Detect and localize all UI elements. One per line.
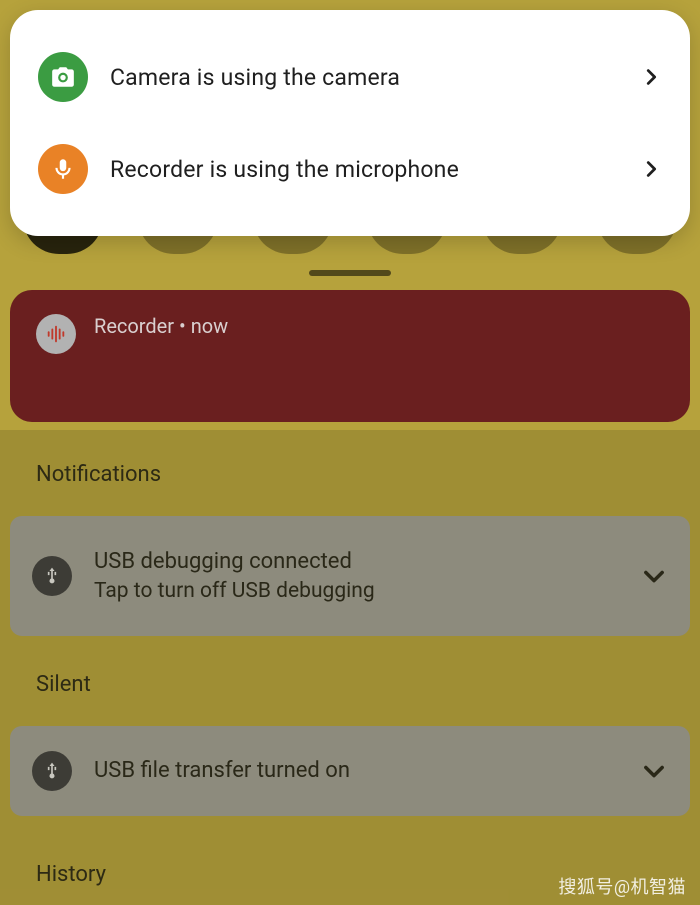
privacy-mic-label: Recorder is using the microphone: [110, 156, 618, 183]
usb-icon: [32, 751, 72, 791]
privacy-indicators-card: Camera is using the camera Recorder is u…: [10, 10, 690, 236]
privacy-row-camera[interactable]: Camera is using the camera: [28, 34, 672, 120]
background-scrim: [0, 430, 700, 905]
privacy-camera-label: Camera is using the camera: [110, 64, 618, 91]
watermark: 搜狐号@机智猫: [558, 873, 686, 899]
microphone-icon: [38, 144, 88, 194]
sound-wave-icon: [36, 314, 76, 354]
notification-usb-file-transfer[interactable]: USB file transfer turned on: [10, 726, 690, 816]
usb-icon: [32, 556, 72, 596]
notification-usb-file-text: USB file transfer turned on: [94, 756, 618, 786]
notification-title: USB file transfer turned on: [94, 756, 618, 786]
chevron-right-icon: [640, 66, 662, 88]
drag-handle[interactable]: [309, 270, 391, 276]
section-notifications: Notifications: [36, 462, 161, 487]
recorder-headsup-title: Recorder • now: [94, 314, 228, 338]
chevron-right-icon: [640, 158, 662, 180]
recorder-headsup-card[interactable]: Recorder • now: [10, 290, 690, 422]
camera-icon: [38, 52, 88, 102]
notification-usb-debugging[interactable]: USB debugging connected Tap to turn off …: [10, 516, 690, 636]
chevron-down-icon[interactable]: [640, 757, 668, 785]
privacy-row-microphone[interactable]: Recorder is using the microphone: [28, 126, 672, 212]
notification-subtitle: Tap to turn off USB debugging: [94, 577, 618, 605]
chevron-down-icon[interactable]: [640, 562, 668, 590]
section-silent: Silent: [36, 672, 91, 697]
notification-usb-debugging-text: USB debugging connected Tap to turn off …: [94, 547, 618, 605]
section-history: History: [36, 862, 106, 887]
notification-title: USB debugging connected: [94, 547, 618, 577]
